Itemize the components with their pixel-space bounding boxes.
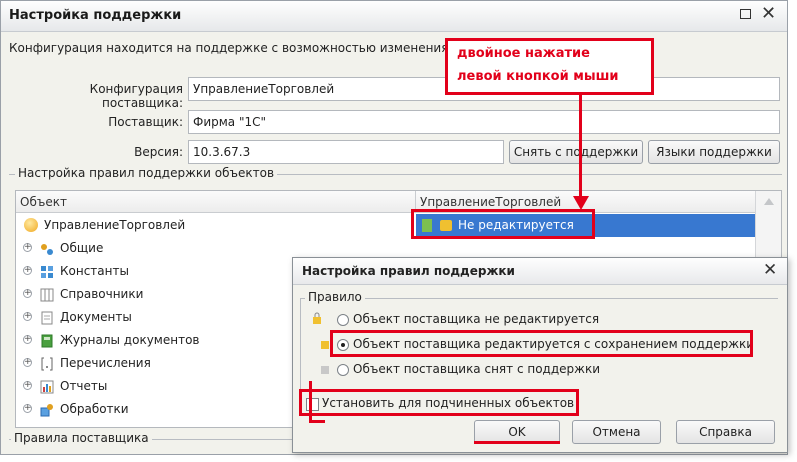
support-languages-button[interactable]: Языки поддержки [648, 140, 780, 164]
constants-icon [40, 264, 54, 278]
vendor-config-label: Конфигурация поставщика: [89, 82, 183, 110]
vendor-rules-group-title: Правила поставщика [11, 431, 152, 445]
common-icon [40, 241, 54, 255]
tree-row-label: Справочники [60, 287, 144, 301]
dialog-title: Настройка правил поддержки [302, 264, 515, 278]
option-highlight-box [330, 330, 753, 357]
close-icon[interactable]: ✕ [761, 3, 776, 25]
tree-row-label: Общие [60, 241, 104, 255]
expand-icon[interactable]: + [23, 266, 32, 275]
annotation-arrow-shaft [579, 95, 582, 198]
ok-underline-mark [474, 441, 560, 444]
version-field[interactable]: 10.3.67.3 [188, 140, 504, 164]
supplier-label: Поставщик: [108, 115, 183, 129]
window-title: Настройка поддержки [9, 8, 182, 23]
rule-group-title: Правило [305, 290, 365, 304]
help-button[interactable]: Справка [676, 420, 775, 444]
tree-row-label: Документы [60, 310, 132, 324]
annotation-bracket [309, 381, 312, 423]
expand-icon[interactable]: + [23, 358, 32, 367]
version-label: Версия: [134, 145, 183, 159]
supplier-field[interactable]: Фирма "1С" [188, 110, 780, 134]
option-not-editable-label: Объект поставщика не редактируется [353, 312, 600, 326]
dialog-title-bar: Настройка правил поддержки ✕ [293, 258, 787, 285]
annotation-bracket [309, 420, 325, 423]
rule-group-divider [300, 298, 778, 299]
tree-row-label: Перечисления [60, 356, 151, 370]
expand-icon[interactable]: + [23, 289, 32, 298]
rules-group-title: Настройка правил поддержки объектов [15, 166, 278, 180]
title-bar: Настройка поддержки ✕ [1, 1, 787, 32]
cancel-button[interactable]: Отмена [572, 420, 661, 444]
catalogs-icon [40, 287, 54, 302]
expand-icon[interactable]: + [23, 312, 32, 321]
expand-icon[interactable]: + [23, 381, 32, 390]
tree-row-label: Константы [60, 264, 129, 278]
rule-group-border [300, 298, 301, 398]
support-status-text: Конфигурация находится на поддержке с во… [9, 41, 449, 55]
annotation-line-1: двойное нажатие [457, 46, 590, 61]
edit-lock-icon [320, 337, 330, 349]
documents-icon [40, 310, 54, 325]
option-removed-label: Объект поставщика снят с поддержки [353, 362, 600, 376]
configuration-icon [24, 218, 38, 232]
tree-row-label: Отчеты [60, 379, 108, 393]
processing-icon [40, 402, 54, 417]
annotation-arrow-head [573, 196, 589, 210]
tree-row-label: Обработки [60, 402, 129, 416]
reports-icon [40, 379, 54, 394]
expand-icon[interactable]: + [23, 404, 32, 413]
scroll-up-icon[interactable] [764, 198, 774, 205]
annotation-line-2: левой кнопкой мыши [457, 69, 619, 84]
expand-icon[interactable]: + [23, 335, 32, 344]
dialog-close-icon[interactable]: ✕ [763, 259, 777, 281]
tree-row-label: Журналы документов [60, 333, 200, 347]
annotation-callout: двойное нажатие левой кнопкой мыши [445, 38, 654, 95]
enums-icon [40, 356, 54, 371]
checkbox-highlight-box [299, 389, 579, 416]
col-object-header[interactable]: Объект [16, 191, 416, 213]
tree-row-label: УправлениеТорговлей [44, 218, 186, 232]
remove-support-button[interactable]: Снять с поддержки [509, 140, 643, 164]
status-highlight-box [411, 209, 595, 239]
tree-row-root[interactable]: УправлениеТорговлей [16, 214, 416, 237]
support-rules-dialog: Настройка правил поддержки ✕ Правило Объ… [292, 257, 788, 453]
lock-icon [312, 312, 322, 324]
radio-removed-from-support[interactable] [337, 364, 349, 376]
journals-icon [40, 333, 54, 348]
radio-not-editable[interactable] [337, 314, 349, 326]
maximize-icon[interactable] [740, 9, 751, 19]
removed-icon [320, 362, 330, 374]
expand-icon[interactable]: + [23, 243, 32, 252]
